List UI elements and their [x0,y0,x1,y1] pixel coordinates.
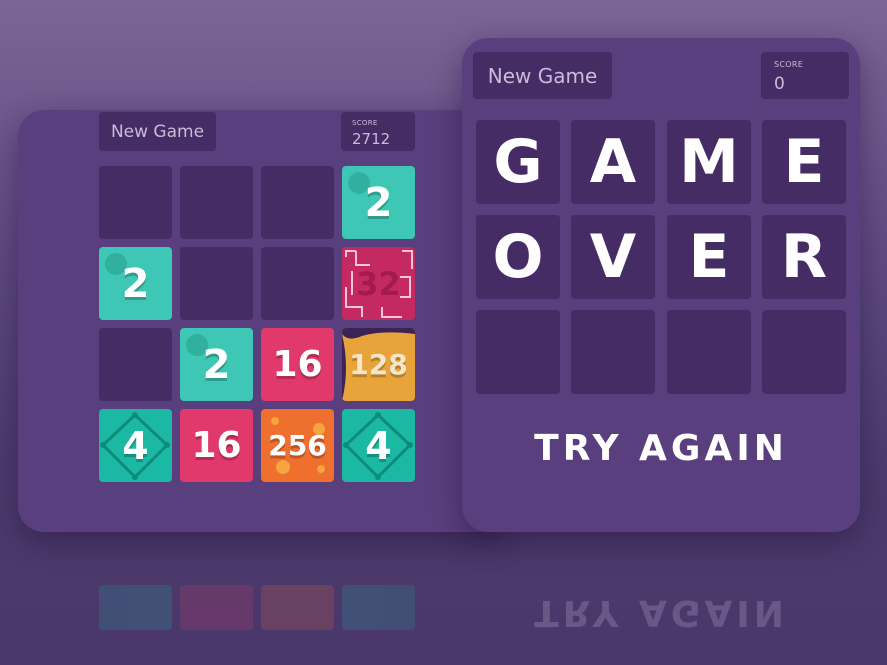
try-again-button[interactable]: TRY AGAIN [462,428,860,469]
tile-value: 128 [349,348,408,381]
board-cell-empty [180,166,253,239]
tile-256: 256 [261,409,334,482]
game-over-letter-tile: M [667,120,751,204]
tile-2: 2 [99,247,172,320]
left-game-panel: New Game SCORE 2712 2 2 32 2 16 128 4 16… [18,110,508,532]
letter: A [589,127,637,197]
board-cell-empty [762,310,846,394]
tile-value: 4 [365,423,392,468]
letter: G [493,127,543,197]
right-game-panel: New Game SCORE 0 G A M E O V E R TRY AGA… [462,38,860,532]
score-label: SCORE [352,119,378,127]
tile-value: 16 [191,425,242,466]
tile-value: 4 [122,423,149,468]
tile-32: 32 [342,247,415,320]
reflection-tile [342,585,415,630]
tile-value: 2 [202,341,231,388]
try-again-reflection: TRY AGAIN [534,592,788,633]
board-cell-empty [99,328,172,401]
reflection-tile [99,585,172,630]
reflection-tile [180,585,253,630]
letter: R [780,222,828,292]
game-over-letter-tile: G [476,120,560,204]
tile-4: 4 [342,409,415,482]
game-over-letter-tile: E [762,120,846,204]
letter: E [688,222,730,292]
game-over-letter-tile: O [476,215,560,299]
board-cell-empty [571,310,655,394]
letter: M [679,127,739,197]
tile-value: 256 [268,429,327,462]
tile-2: 2 [342,166,415,239]
board-cell-empty [99,166,172,239]
tile-128: 128 [342,328,415,401]
score-value: 0 [774,74,785,94]
board-cell-empty [476,310,560,394]
tile-value: 2 [121,260,150,307]
tile-16: 16 [180,409,253,482]
tile-4: 4 [99,409,172,482]
tile-value: 32 [356,264,401,303]
game-over-letter-tile: E [667,215,751,299]
board-cell-empty [261,166,334,239]
tile-value: 2 [364,179,393,226]
letter: O [492,222,544,292]
score-label: SCORE [774,60,804,69]
letter: E [783,127,825,197]
score-box: SCORE 0 [761,52,849,99]
tile-16: 16 [261,328,334,401]
game-over-letter-tile: R [762,215,846,299]
score-box: SCORE 2712 [341,112,415,151]
game-over-letter-tile: A [571,120,655,204]
score-value: 2712 [352,130,391,148]
board-cell-empty [261,247,334,320]
board-cell-empty [180,247,253,320]
new-game-button[interactable]: New Game [99,112,216,151]
letter: V [589,222,637,292]
game-over-letter-tile: V [571,215,655,299]
new-game-button[interactable]: New Game [473,52,612,99]
reflection-tile [261,585,334,630]
tile-2: 2 [180,328,253,401]
tile-value: 16 [272,344,323,385]
board-cell-empty [667,310,751,394]
